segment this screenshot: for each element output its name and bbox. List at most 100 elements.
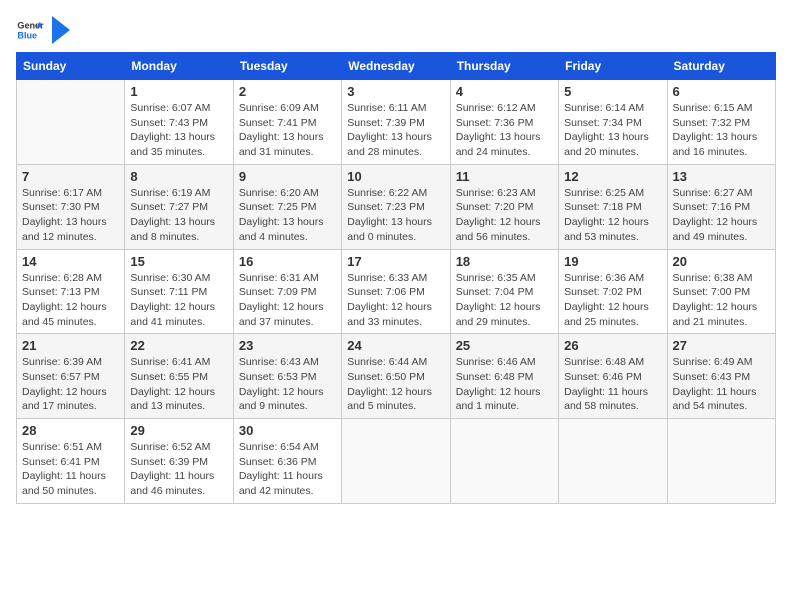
day-number: 6	[673, 84, 770, 99]
calendar-cell: 29Sunrise: 6:52 AM Sunset: 6:39 PM Dayli…	[125, 419, 233, 504]
calendar-cell: 17 Sunrise: 6:33 AM Sunset: 7:06 PM Dayli…	[342, 249, 450, 334]
day-number: 3	[347, 84, 444, 99]
day-info: Sunrise: 6:39 AM Sunset: 6:57 PM Dayligh…	[22, 355, 119, 414]
calendar-cell: 22 Sunrise: 6:41 AM Sunset: 6:55 PM Dayli…	[125, 334, 233, 419]
calendar-cell	[342, 419, 450, 504]
calendar-cell: 25 Sunrise: 6:46 AM Sunset: 6:48 PM Dayli…	[450, 334, 558, 419]
calendar-cell: 1 Sunrise: 6:07 AM Sunset: 7:43 PM Daylig…	[125, 80, 233, 165]
svg-text:Blue: Blue	[17, 30, 37, 40]
day-number: 30	[239, 423, 336, 438]
day-info: Sunrise: 6:09 AM Sunset: 7:41 PM Dayligh…	[239, 101, 336, 160]
page-header: General Blue	[16, 16, 776, 44]
calendar-cell: 15 Sunrise: 6:30 AM Sunset: 7:11 PM Dayli…	[125, 249, 233, 334]
calendar-cell: 24 Sunrise: 6:44 AM Sunset: 6:50 PM Dayli…	[342, 334, 450, 419]
weekday-header-wednesday: Wednesday	[342, 53, 450, 80]
calendar-cell: 30 Sunrise: 6:54 AM Sunset: 6:36 PM Dayli…	[233, 419, 341, 504]
day-number: 7	[22, 169, 119, 184]
day-info: Sunrise: 6:25 AM Sunset: 7:18 PM Dayligh…	[564, 186, 661, 245]
calendar-cell: 9 Sunrise: 6:20 AM Sunset: 7:25 PM Daylig…	[233, 164, 341, 249]
day-info: Sunrise: 6:22 AM Sunset: 7:23 PM Dayligh…	[347, 186, 444, 245]
calendar-cell	[667, 419, 775, 504]
day-info: Sunrise: 6:46 AM Sunset: 6:48 PM Dayligh…	[456, 355, 553, 414]
day-info: Sunrise: 6:41 AM Sunset: 6:55 PM Dayligh…	[130, 355, 227, 414]
day-info: Sunrise: 6:27 AM Sunset: 7:16 PM Dayligh…	[673, 186, 770, 245]
calendar-cell: 19 Sunrise: 6:36 AM Sunset: 7:02 PM Dayli…	[559, 249, 667, 334]
day-number: 27	[673, 338, 770, 353]
day-number: 24	[347, 338, 444, 353]
day-info: Sunrise: 6:11 AM Sunset: 7:39 PM Dayligh…	[347, 101, 444, 160]
day-info: Sunrise: 6:20 AM Sunset: 7:25 PM Dayligh…	[239, 186, 336, 245]
calendar-cell: 21 Sunrise: 6:39 AM Sunset: 6:57 PM Dayli…	[17, 334, 125, 419]
day-info: Sunrise: 6:28 AM Sunset: 7:13 PM Dayligh…	[22, 271, 119, 330]
day-info: Sunrise: 6:33 AM Sunset: 7:06 PM Dayligh…	[347, 271, 444, 330]
day-number: 18	[456, 254, 553, 269]
day-info: Sunrise: 6:36 AM Sunset: 7:02 PM Dayligh…	[564, 271, 661, 330]
day-number: 20	[673, 254, 770, 269]
calendar-cell: 8Sunrise: 6:19 AM Sunset: 7:27 PM Daylig…	[125, 164, 233, 249]
day-info: Sunrise: 6:35 AM Sunset: 7:04 PM Dayligh…	[456, 271, 553, 330]
calendar-table: SundayMondayTuesdayWednesdayThursdayFrid…	[16, 52, 776, 504]
day-number: 10	[347, 169, 444, 184]
weekday-header-sunday: Sunday	[17, 53, 125, 80]
day-info: Sunrise: 6:14 AM Sunset: 7:34 PM Dayligh…	[564, 101, 661, 160]
weekday-header-saturday: Saturday	[667, 53, 775, 80]
day-info: Sunrise: 6:31 AM Sunset: 7:09 PM Dayligh…	[239, 271, 336, 330]
day-number: 2	[239, 84, 336, 99]
logo: General Blue	[16, 16, 70, 44]
day-number: 26	[564, 338, 661, 353]
calendar-cell: 6 Sunrise: 6:15 AM Sunset: 7:32 PM Daylig…	[667, 80, 775, 165]
calendar-cell	[17, 80, 125, 165]
calendar-cell: 13 Sunrise: 6:27 AM Sunset: 7:16 PM Dayli…	[667, 164, 775, 249]
day-info: Sunrise: 6:44 AM Sunset: 6:50 PM Dayligh…	[347, 355, 444, 414]
weekday-header-friday: Friday	[559, 53, 667, 80]
calendar-cell: 12Sunrise: 6:25 AM Sunset: 7:18 PM Dayli…	[559, 164, 667, 249]
calendar-cell: 26 Sunrise: 6:48 AM Sunset: 6:46 PM Dayli…	[559, 334, 667, 419]
calendar-cell: 20Sunrise: 6:38 AM Sunset: 7:00 PM Dayli…	[667, 249, 775, 334]
calendar-cell: 16 Sunrise: 6:31 AM Sunset: 7:09 PM Dayli…	[233, 249, 341, 334]
calendar-cell: 28Sunrise: 6:51 AM Sunset: 6:41 PM Dayli…	[17, 419, 125, 504]
day-info: Sunrise: 6:23 AM Sunset: 7:20 PM Dayligh…	[456, 186, 553, 245]
day-number: 21	[22, 338, 119, 353]
day-info: Sunrise: 6:12 AM Sunset: 7:36 PM Dayligh…	[456, 101, 553, 160]
calendar-cell: 14 Sunrise: 6:28 AM Sunset: 7:13 PM Dayli…	[17, 249, 125, 334]
day-number: 1	[130, 84, 227, 99]
day-info: Sunrise: 6:49 AM Sunset: 6:43 PM Dayligh…	[673, 355, 770, 414]
day-number: 16	[239, 254, 336, 269]
day-number: 9	[239, 169, 336, 184]
calendar-cell: 10 Sunrise: 6:22 AM Sunset: 7:23 PM Dayli…	[342, 164, 450, 249]
day-number: 22	[130, 338, 227, 353]
calendar-cell: 3 Sunrise: 6:11 AM Sunset: 7:39 PM Daylig…	[342, 80, 450, 165]
day-number: 14	[22, 254, 119, 269]
day-number: 17	[347, 254, 444, 269]
day-info: Sunrise: 6:07 AM Sunset: 7:43 PM Dayligh…	[130, 101, 227, 160]
calendar-cell: 27 Sunrise: 6:49 AM Sunset: 6:43 PM Dayli…	[667, 334, 775, 419]
calendar-cell: 4 Sunrise: 6:12 AM Sunset: 7:36 PM Daylig…	[450, 80, 558, 165]
day-info: Sunrise: 6:48 AM Sunset: 6:46 PM Dayligh…	[564, 355, 661, 414]
day-info: Sunrise: 6:43 AM Sunset: 6:53 PM Dayligh…	[239, 355, 336, 414]
day-info: Sunrise: 6:19 AM Sunset: 7:27 PM Dayligh…	[130, 186, 227, 245]
weekday-header-monday: Monday	[125, 53, 233, 80]
calendar-cell: 2 Sunrise: 6:09 AM Sunset: 7:41 PM Daylig…	[233, 80, 341, 165]
weekday-header-tuesday: Tuesday	[233, 53, 341, 80]
day-info: Sunrise: 6:15 AM Sunset: 7:32 PM Dayligh…	[673, 101, 770, 160]
calendar-cell: 23Sunrise: 6:43 AM Sunset: 6:53 PM Dayli…	[233, 334, 341, 419]
calendar-cell: 11 Sunrise: 6:23 AM Sunset: 7:20 PM Dayli…	[450, 164, 558, 249]
day-number: 15	[130, 254, 227, 269]
calendar-cell	[450, 419, 558, 504]
logo-arrow-icon	[52, 16, 70, 44]
day-number: 11	[456, 169, 553, 184]
day-info: Sunrise: 6:17 AM Sunset: 7:30 PM Dayligh…	[22, 186, 119, 245]
calendar-cell: 7 Sunrise: 6:17 AM Sunset: 7:30 PM Daylig…	[17, 164, 125, 249]
day-number: 13	[673, 169, 770, 184]
day-number: 5	[564, 84, 661, 99]
day-number: 4	[456, 84, 553, 99]
day-info: Sunrise: 6:54 AM Sunset: 6:36 PM Dayligh…	[239, 440, 336, 499]
day-number: 28	[22, 423, 119, 438]
day-info: Sunrise: 6:30 AM Sunset: 7:11 PM Dayligh…	[130, 271, 227, 330]
calendar-cell	[559, 419, 667, 504]
day-info: Sunrise: 6:52 AM Sunset: 6:39 PM Dayligh…	[130, 440, 227, 499]
weekday-header-thursday: Thursday	[450, 53, 558, 80]
day-number: 19	[564, 254, 661, 269]
logo-icon: General Blue	[16, 16, 44, 44]
day-number: 25	[456, 338, 553, 353]
